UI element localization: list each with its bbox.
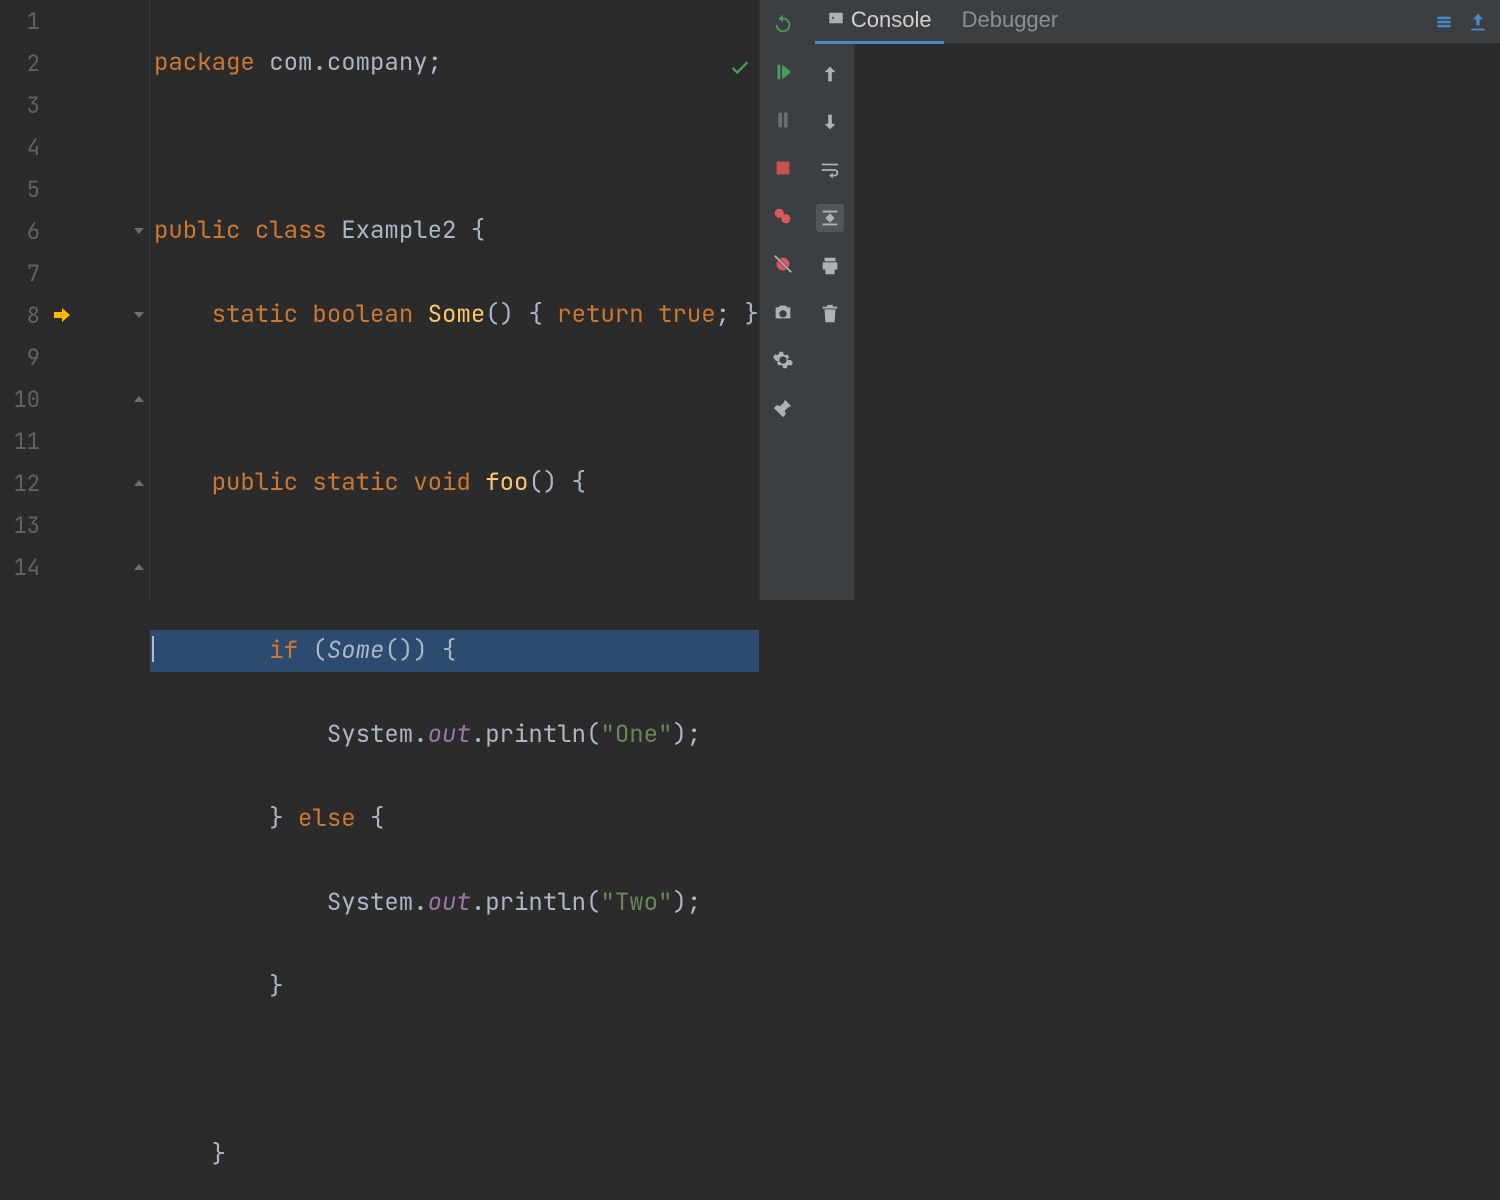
tab-console-label: Console: [851, 7, 932, 33]
gutter-row[interactable]: 7: [0, 252, 149, 294]
lineno: 12: [0, 469, 48, 498]
tab-debugger-label: Debugger: [962, 7, 1059, 33]
pause-icon[interactable]: [769, 106, 797, 134]
tool-window-tabs: Console Debugger: [807, 0, 1500, 44]
gutter-row[interactable]: 13: [0, 504, 149, 546]
trash-icon[interactable]: [816, 300, 844, 328]
up-icon[interactable]: [816, 60, 844, 88]
settings-icon[interactable]: [769, 346, 797, 374]
tab-debugger[interactable]: Debugger: [950, 0, 1071, 44]
code-line[interactable]: [150, 378, 759, 420]
lineno: 6: [0, 217, 48, 246]
rerun-icon[interactable]: [769, 10, 797, 38]
lineno: 10: [0, 385, 48, 414]
code-line[interactable]: public static void foo() {: [150, 462, 759, 504]
soft-wrap-icon[interactable]: [816, 156, 844, 184]
code-line[interactable]: static boolean Some() { return true; }: [150, 294, 759, 336]
gutter-row[interactable]: 5: [0, 168, 149, 210]
lineno: 9: [0, 343, 48, 372]
down-icon[interactable]: [816, 108, 844, 136]
camera-icon[interactable]: [769, 298, 797, 326]
collapse-icon[interactable]: [1464, 8, 1492, 36]
lineno: 5: [0, 175, 48, 204]
view-breakpoints-icon[interactable]: [769, 202, 797, 230]
print-icon[interactable]: [816, 252, 844, 280]
gutter-row[interactable]: 11: [0, 420, 149, 462]
resume-icon[interactable]: [769, 58, 797, 86]
analysis-ok-icon[interactable]: [642, 8, 750, 134]
gutter-row[interactable]: 4: [0, 126, 149, 168]
fold-toggle-icon[interactable]: [131, 559, 147, 575]
tab-console[interactable]: Console: [815, 0, 944, 44]
mute-breakpoints-icon[interactable]: [769, 250, 797, 278]
fold-toggle-icon[interactable]: [131, 391, 147, 407]
gutter-row[interactable]: 9: [0, 336, 149, 378]
gutter-row[interactable]: 3: [0, 84, 149, 126]
lineno: 3: [0, 91, 48, 120]
gutter-row[interactable]: 1: [0, 0, 149, 42]
code-line[interactable]: }: [150, 1134, 759, 1176]
console-icon: [827, 7, 845, 33]
code-line[interactable]: [150, 1050, 759, 1092]
stop-icon[interactable]: [769, 154, 797, 182]
gutter-row[interactable]: 14: [0, 546, 149, 588]
fold-toggle-icon[interactable]: [131, 475, 147, 491]
gutter-row[interactable]: 6: [0, 210, 149, 252]
console-side-toolbar: [807, 44, 855, 600]
gutter: 1 2 3 4 5 6 7 8 9 10 11 12 13 14: [0, 0, 150, 600]
execution-pointer-icon: [52, 305, 72, 325]
debug-tool-window: Console Debugger: [807, 0, 1500, 600]
lineno: 7: [0, 259, 48, 288]
pin-icon[interactable]: [769, 394, 797, 422]
code-line-current[interactable]: if (Some()) {: [150, 630, 759, 672]
code-line[interactable]: [150, 546, 759, 588]
gutter-row[interactable]: 8: [0, 294, 149, 336]
code-line[interactable]: }: [150, 966, 759, 1008]
fold-toggle-icon[interactable]: [131, 223, 147, 239]
scroll-end-icon[interactable]: [816, 204, 844, 232]
lineno: 11: [0, 427, 48, 456]
code-line[interactable]: } else {: [150, 798, 759, 840]
lineno: 2: [0, 49, 48, 78]
editor: 1 2 3 4 5 6 7 8 9 10 11 12 13 14 package…: [0, 0, 759, 600]
code-line[interactable]: System.out.println("One");: [150, 714, 759, 756]
code-line[interactable]: public class Example2 {: [150, 210, 759, 252]
debug-toolbar: [759, 0, 807, 600]
lineno: 8: [0, 301, 48, 330]
code-area[interactable]: package com.company; public class Exampl…: [150, 0, 759, 600]
lineno: 13: [0, 511, 48, 540]
fold-toggle-icon[interactable]: [131, 307, 147, 323]
code-line[interactable]: System.out.println("Two");: [150, 882, 759, 924]
gutter-row[interactable]: 2: [0, 42, 149, 84]
lineno: 4: [0, 133, 48, 162]
console-output[interactable]: [855, 44, 1500, 600]
gutter-row[interactable]: 12: [0, 462, 149, 504]
lineno: 1: [0, 7, 48, 36]
lineno: 14: [0, 553, 48, 582]
gutter-row[interactable]: 10: [0, 378, 149, 420]
menu-icon[interactable]: [1430, 8, 1458, 36]
